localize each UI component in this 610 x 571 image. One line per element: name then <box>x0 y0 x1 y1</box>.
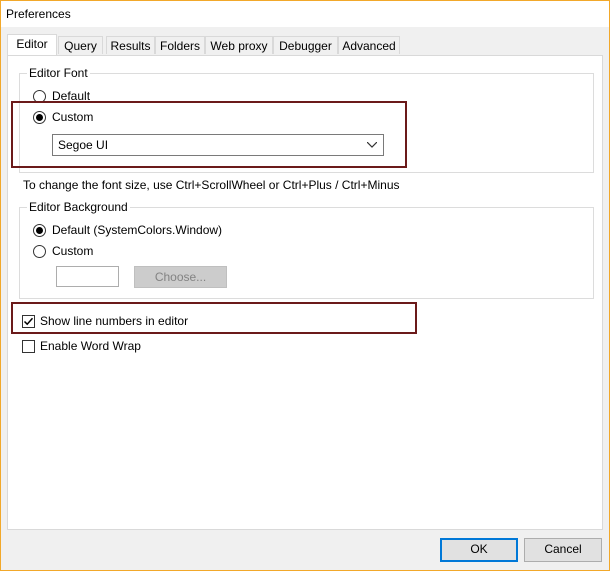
cancel-button[interactable]: Cancel <box>524 538 602 562</box>
custom-font-highlight <box>11 101 407 168</box>
tab-debugger[interactable]: Debugger <box>273 36 338 54</box>
background-default-radio[interactable] <box>33 224 46 237</box>
show-line-numbers-label[interactable]: Show line numbers in editor <box>40 314 188 328</box>
title-bar[interactable]: Preferences <box>1 1 609 27</box>
ok-button[interactable]: OK <box>440 538 518 562</box>
background-custom-label[interactable]: Custom <box>52 244 93 258</box>
tab-folders[interactable]: Folders <box>155 36 205 54</box>
editor-font-group-label: Editor Font <box>27 66 90 80</box>
editor-tab-panel: Editor Font Default Custom Segoe UI To c… <box>7 55 603 530</box>
background-custom-radio[interactable] <box>33 245 46 258</box>
tab-editor[interactable]: Editor <box>7 34 57 55</box>
word-wrap-checkbox[interactable] <box>22 340 35 353</box>
tab-results[interactable]: Results <box>106 36 155 54</box>
font-size-hint: To change the font size, use Ctrl+Scroll… <box>23 178 400 192</box>
tab-query[interactable]: Query <box>58 36 103 54</box>
editor-background-group-label: Editor Background <box>27 200 130 214</box>
background-default-label[interactable]: Default (SystemColors.Window) <box>52 223 222 237</box>
choose-color-button[interactable]: Choose... <box>134 266 227 288</box>
preferences-window: Preferences Editor Query Results Folders… <box>0 0 610 571</box>
word-wrap-label[interactable]: Enable Word Wrap <box>40 339 141 353</box>
window-title: Preferences <box>6 7 71 21</box>
tab-web-proxy[interactable]: Web proxy <box>205 36 273 54</box>
checkmark-icon <box>23 317 34 326</box>
tab-advanced[interactable]: Advanced <box>338 36 400 54</box>
show-line-numbers-checkbox[interactable] <box>22 315 35 328</box>
background-color-swatch <box>56 266 119 287</box>
